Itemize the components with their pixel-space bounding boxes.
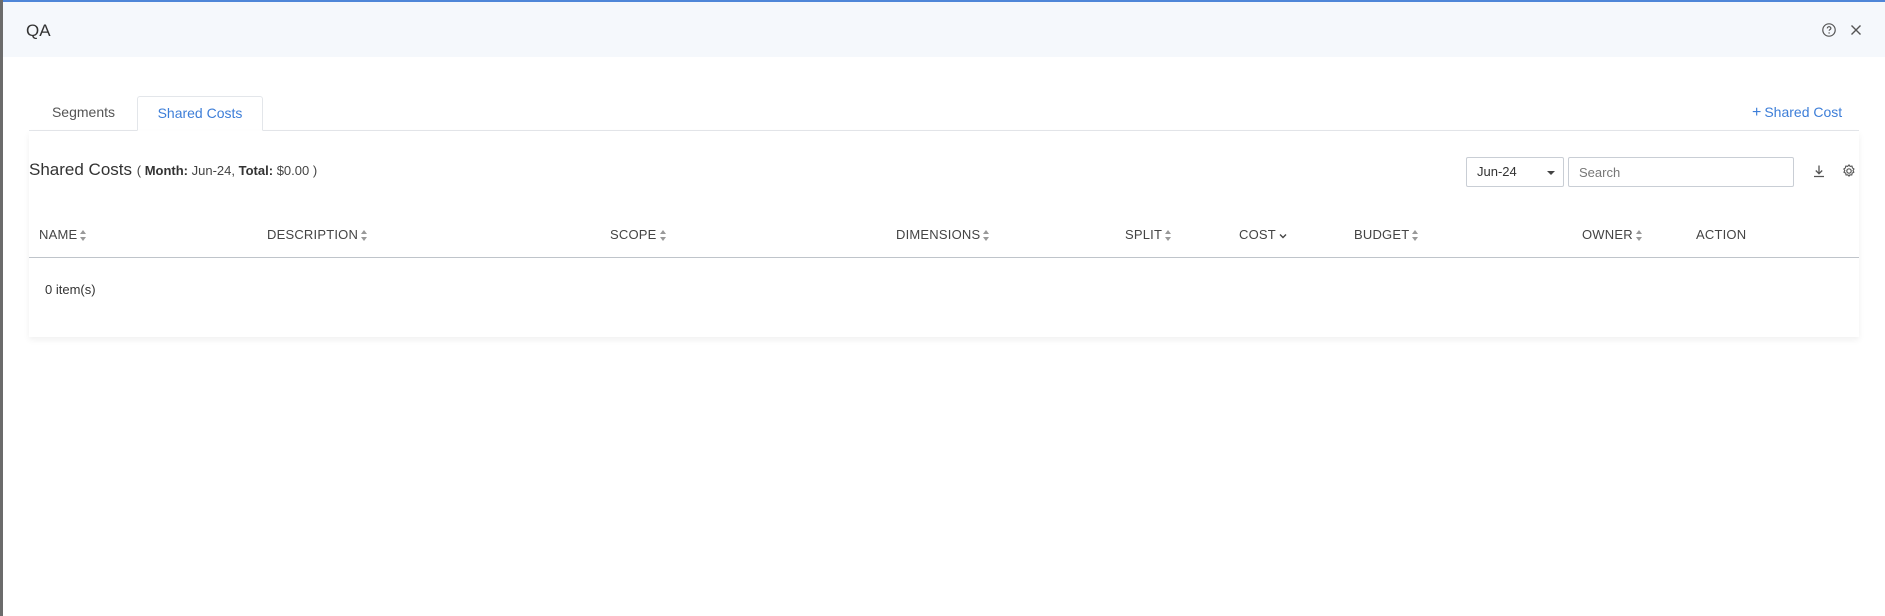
total-key: Total: (238, 163, 274, 178)
sort-icon (80, 230, 87, 242)
table-header: NAME DESCRIPTION SCOPE DIMENSIONS SPLIT … (29, 215, 1859, 258)
panel-title-text: Shared Costs (29, 160, 132, 179)
meta-open-paren: ( (136, 163, 142, 178)
add-shared-cost-button[interactable]: + Shared Cost (1752, 104, 1842, 122)
tab-segments[interactable]: Segments (29, 96, 138, 130)
column-header-owner[interactable]: OWNER (1582, 227, 1643, 242)
column-header-label: SPLIT (1125, 227, 1163, 242)
column-header-label: SCOPE (610, 227, 657, 242)
panel-title: Shared Costs ( Month: Jun-24, Total: $0.… (29, 160, 317, 180)
add-shared-cost-label: Shared Cost (1764, 104, 1843, 120)
tab-shared-costs[interactable]: Shared Costs (137, 96, 263, 131)
column-header-name[interactable]: NAME (39, 227, 87, 242)
shared-costs-panel: Shared Costs ( Month: Jun-24, Total: $0.… (29, 131, 1859, 337)
tab-bar: Segments Shared Costs (29, 96, 1859, 131)
column-header-split[interactable]: SPLIT (1125, 227, 1172, 242)
column-header-label: OWNER (1582, 227, 1633, 242)
total-value: $0.00 (276, 163, 310, 178)
column-header-label: COST (1239, 227, 1276, 242)
close-icon[interactable] (1848, 22, 1864, 38)
panel-meta: ( Month: Jun-24, Total: $0.00 ) (137, 163, 317, 178)
sort-icon (1412, 230, 1419, 242)
sort-icon (983, 230, 990, 242)
sort-icon (1165, 230, 1172, 242)
column-header-label: DESCRIPTION (267, 227, 359, 242)
column-header-label: DIMENSIONS (896, 227, 981, 242)
column-header-dimensions[interactable]: DIMENSIONS (896, 227, 990, 242)
gear-icon[interactable] (1841, 163, 1857, 179)
column-header-action: ACTION (1696, 227, 1746, 242)
sort-icon (659, 230, 667, 242)
month-select-value: Jun-24 (1477, 164, 1517, 179)
month-key: Month: (144, 163, 189, 178)
item-count: 0 item(s) (45, 282, 96, 297)
window-left-border (0, 0, 3, 616)
sort-icon (1635, 230, 1643, 242)
month-value: Jun-24, (191, 163, 236, 178)
column-header-budget[interactable]: BUDGET (1354, 227, 1419, 242)
column-header-scope[interactable]: SCOPE (610, 227, 667, 242)
search-input[interactable] (1568, 157, 1794, 187)
drawer-header: QA (3, 2, 1885, 57)
column-header-label: ACTION (1696, 227, 1747, 242)
help-icon[interactable] (1821, 22, 1837, 38)
sort-descending-icon (1279, 227, 1287, 242)
column-header-description[interactable]: DESCRIPTION (267, 227, 368, 242)
drawer-title: QA (26, 21, 51, 40)
plus-icon: + (1752, 104, 1762, 121)
sort-icon (361, 230, 368, 242)
column-header-cost[interactable]: COST (1239, 227, 1287, 242)
meta-close-paren: ) (312, 163, 318, 178)
caret-down-icon (1547, 171, 1555, 175)
column-header-label: BUDGET (1354, 227, 1410, 242)
column-header-label: NAME (39, 227, 78, 242)
month-select[interactable]: Jun-24 (1466, 157, 1564, 187)
download-icon[interactable] (1811, 163, 1827, 179)
